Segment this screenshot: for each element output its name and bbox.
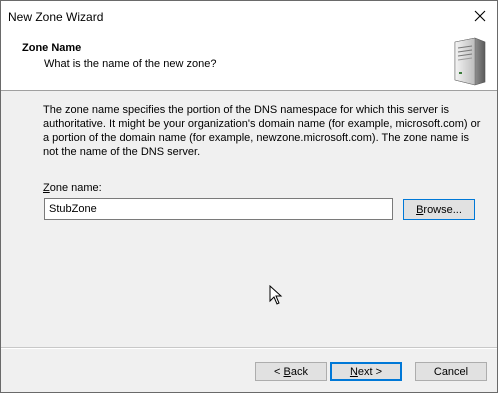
close-icon <box>474 10 486 22</box>
back-button[interactable]: < Back <box>255 362 327 381</box>
cancel-button[interactable]: Cancel <box>415 362 487 381</box>
page-subtitle: What is the name of the new zone? <box>44 58 217 70</box>
page-title: Zone Name <box>22 42 82 54</box>
close-button[interactable] <box>463 1 497 31</box>
window-title: New Zone Wizard <box>8 10 104 24</box>
title-bar: New Zone Wizard <box>1 1 497 31</box>
browse-button[interactable]: Browse... <box>403 199 475 220</box>
mouse-cursor-icon <box>269 285 283 305</box>
server-icon <box>454 37 486 86</box>
footer-divider-highlight <box>1 348 497 349</box>
zone-name-description: The zone name specifies the portion of t… <box>43 104 481 158</box>
wizard-header: Zone Name What is the name of the new zo… <box>1 31 497 91</box>
next-button[interactable]: Next > <box>330 362 402 381</box>
new-zone-wizard-dialog: New Zone Wizard Zone Name What is the na… <box>0 0 498 393</box>
zone-name-input[interactable] <box>44 198 393 220</box>
zone-name-label: Zone name: <box>43 182 102 194</box>
